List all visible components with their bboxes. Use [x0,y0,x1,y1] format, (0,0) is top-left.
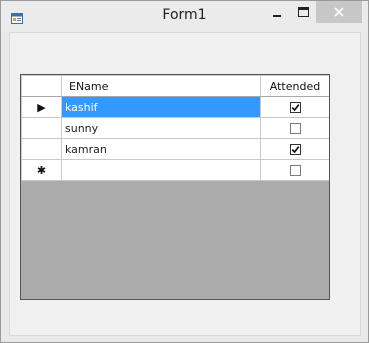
column-header-ename[interactable]: EName [61,75,261,97]
close-button[interactable] [316,1,362,23]
cell-attended[interactable] [260,117,329,139]
attended-checkbox-unchecked[interactable] [289,165,301,176]
attended-checkbox-checked[interactable] [289,102,301,113]
cell-attended[interactable] [260,159,329,181]
row-header[interactable] [21,138,62,160]
grid-header-row: EName Attended [21,75,329,97]
minimize-button[interactable] [264,1,290,23]
row-header[interactable] [21,117,62,139]
cell-ename[interactable]: sunny [61,117,261,139]
cell-ename[interactable]: kashif [61,96,261,118]
grid-table: EName Attended ▶ kashif sunny kamran ✱ [21,75,329,181]
cell-ename[interactable] [61,159,261,181]
maximize-button[interactable] [290,1,316,23]
table-row[interactable]: sunny [21,117,329,139]
cell-attended[interactable] [260,96,329,118]
cell-attended[interactable] [260,138,329,160]
cell-ename[interactable]: kamran [61,138,261,160]
minimize-icon [273,15,281,17]
table-row[interactable]: kamran [21,138,329,160]
maximize-icon [297,7,309,17]
close-icon [334,7,344,17]
new-row-indicator-icon[interactable]: ✱ [21,159,62,181]
new-row[interactable]: ✱ [21,159,329,181]
grid-body: ▶ kashif sunny kamran ✱ [21,96,329,181]
title-bar[interactable]: Form1 [1,1,368,31]
table-row[interactable]: ▶ kashif [21,96,329,118]
grid-corner-header[interactable] [21,75,62,97]
attended-checkbox-checked[interactable] [289,144,301,155]
current-row-indicator-icon[interactable]: ▶ [21,96,62,118]
attended-checkbox-unchecked[interactable] [289,123,301,134]
data-grid-view[interactable]: EName Attended ▶ kashif sunny kamran ✱ [20,74,330,300]
column-header-attended[interactable]: Attended [260,75,329,97]
